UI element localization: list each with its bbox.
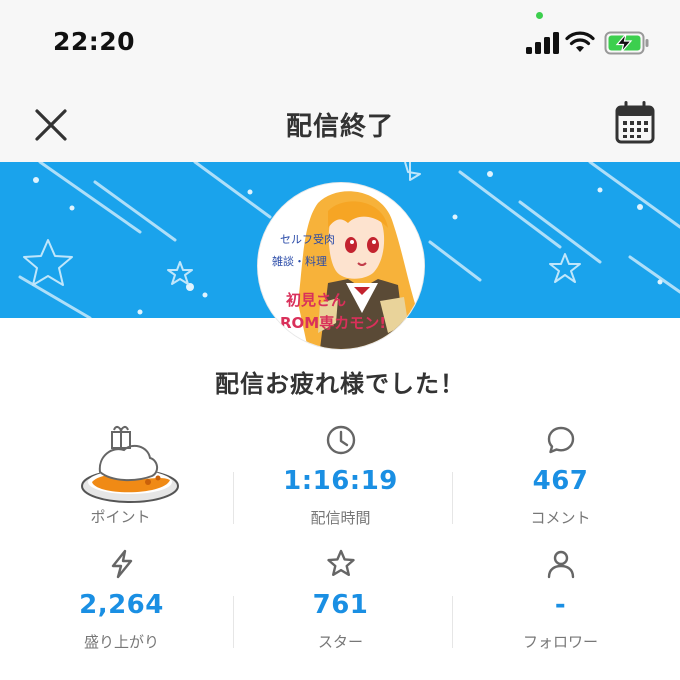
comment-bubble-icon — [447, 424, 674, 458]
cellular-signal-icon — [526, 32, 559, 54]
stat-followers: - フォロワー — [447, 548, 674, 658]
avatar-text-line4: ROM専カモン! — [280, 314, 387, 332]
stat-duration-value: 1:16:19 — [283, 466, 398, 496]
privacy-indicator — [536, 12, 543, 19]
stat-comments-value: 467 — [532, 466, 589, 496]
stat-comments-label: コメント — [530, 509, 591, 527]
header-bar: 配信終了 — [0, 90, 680, 162]
stat-stars-value: 761 — [312, 590, 369, 620]
streamer-avatar: セルフ受肉 雑談・料理 初見さん ROM専カモン! — [258, 183, 424, 349]
stat-points-label: ポイント — [90, 508, 151, 526]
stat-stars: 761 スター — [227, 548, 454, 658]
status-bar: 22:20 — [0, 0, 680, 90]
status-time: 22:20 — [53, 27, 136, 56]
star-icon — [227, 548, 454, 582]
stat-followers-value: - — [554, 590, 567, 620]
stat-followers-label: フォロワー — [522, 633, 598, 651]
stat-comments: 467 コメント — [447, 424, 674, 534]
stat-excitement: 2,264 盛り上がり — [8, 548, 235, 658]
avatar-text-line1: セルフ受肉 — [280, 233, 335, 246]
page-title: 配信終了 — [285, 112, 394, 142]
wifi-icon — [565, 31, 595, 52]
stat-excitement-value: 2,264 — [79, 590, 164, 620]
curry-rice-gift-icon — [81, 425, 179, 503]
stat-duration: 1:16:19 配信時間 — [227, 424, 454, 534]
avatar-text-line2: 雑談・料理 — [272, 255, 327, 268]
stat-excitement-label: 盛り上がり — [83, 633, 159, 651]
person-icon — [447, 548, 674, 582]
calendar-button[interactable] — [614, 101, 656, 145]
avatar-text-line3: 初見さん — [286, 291, 347, 309]
clock-icon — [227, 424, 454, 458]
calendar-icon — [615, 101, 655, 144]
battery-charging-icon — [604, 31, 649, 55]
stream-end-message: 配信お疲れ様でした！ — [215, 370, 465, 398]
lightning-icon — [8, 548, 235, 582]
stat-stars-label: スター — [317, 633, 363, 651]
stat-duration-label: 配信時間 — [310, 509, 371, 527]
